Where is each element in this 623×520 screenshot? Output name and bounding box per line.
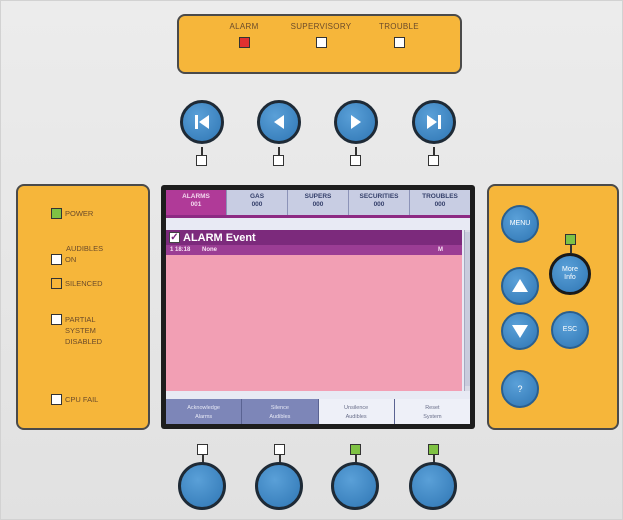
softkey-acknowledge-alarms[interactable]: Acknowledge Alarms [166, 399, 243, 424]
disabled-label: DISABLED [65, 337, 103, 346]
skip-last-icon [427, 115, 441, 129]
silenced-indicator: SILENCED [51, 278, 103, 289]
softkey3-button[interactable] [331, 462, 379, 510]
softkey4-led [428, 444, 439, 455]
trouble-led [393, 37, 405, 48]
tab-troubles[interactable]: TROUBLES 000 [410, 190, 470, 215]
more-info-led [565, 234, 576, 245]
softkey-silence-audibles[interactable]: Silence Audibles [242, 399, 319, 424]
event-list-item[interactable]: 1 18:18 None M [166, 245, 462, 255]
more-info-button[interactable]: More Info [549, 253, 591, 295]
more-info-label-line1: More [562, 266, 578, 273]
tab-gas[interactable]: GAS 000 [227, 190, 288, 215]
up-arrow-icon [512, 279, 528, 292]
fire-alarm-panel: ALARM SUPERVISORY TROUBLE POWER AUDIBLES… [0, 0, 623, 520]
event-header: ✓ ALARM Event [166, 230, 462, 245]
first-event-led [196, 155, 207, 166]
tab-alarms[interactable]: ALARMS 001 [166, 190, 227, 215]
silenced-label: SILENCED [65, 279, 103, 288]
event-detail-area [166, 255, 462, 391]
tab-supers[interactable]: SUPERS 000 [288, 190, 349, 215]
previous-event-button[interactable] [257, 100, 301, 144]
supervisory-label: SUPERVISORY [290, 22, 352, 31]
tab-underline [166, 215, 470, 218]
softkey2-button[interactable] [255, 462, 303, 510]
display-bezel: ALARMS 001 GAS 000 SUPERS 000 SECURITIES… [161, 185, 475, 429]
skip-first-icon [195, 115, 209, 129]
audibles-label-line1: AUDIBLES [66, 244, 104, 253]
partial-system-disabled-indicator: PARTIAL SYSTEM DISABLED [51, 314, 102, 347]
partial-label: PARTIAL [65, 315, 96, 324]
event-category-tabs: ALARMS 001 GAS 000 SUPERS 000 SECURITIES… [166, 190, 470, 215]
alarm-led [238, 37, 250, 48]
down-arrow-icon [512, 325, 528, 338]
next-icon [351, 115, 361, 129]
event-number: M [438, 247, 443, 253]
audibles-on-indicator: ON [51, 254, 76, 265]
trouble-label: TROUBLE [379, 22, 419, 31]
softkey-reset-system[interactable]: Reset System [394, 399, 470, 424]
softkey-bar: Acknowledge Alarms Silence Audibles Unsi… [166, 399, 470, 424]
softkey-unsilence-audibles[interactable]: Unsilence Audibles [318, 399, 395, 424]
audibles-on-led [51, 254, 62, 265]
previous-event-led [273, 155, 284, 166]
event-name: None [202, 247, 217, 253]
system-label: SYSTEM [65, 326, 96, 335]
esc-button[interactable]: ESC [551, 311, 589, 349]
status-indicator-box: ALARM SUPERVISORY TROUBLE [177, 14, 462, 74]
down-arrow-button[interactable] [501, 312, 539, 350]
event-scrollbar[interactable] [464, 230, 470, 391]
up-arrow-button[interactable] [501, 267, 539, 305]
menu-button[interactable]: MENU [501, 205, 539, 243]
audibles-on-label: ON [65, 255, 77, 264]
next-event-button[interactable] [334, 100, 378, 144]
event-time: 1 18:18 [170, 247, 191, 253]
first-event-button[interactable] [180, 100, 224, 144]
power-led [51, 208, 62, 219]
softkey1-led [197, 444, 208, 455]
supervisory-indicator: SUPERVISORY [276, 22, 366, 53]
next-event-led [350, 155, 361, 166]
last-event-button[interactable] [412, 100, 456, 144]
cpu-fail-label: CPU FAIL [65, 395, 99, 404]
softkey1-button[interactable] [178, 462, 226, 510]
supervisory-led [315, 37, 327, 48]
more-info-label-line2: Info [564, 274, 576, 281]
softkey3-led [350, 444, 361, 455]
power-indicator: POWER [51, 208, 93, 219]
power-label: POWER [65, 209, 94, 218]
softkey4-button[interactable] [409, 462, 457, 510]
last-event-led [428, 155, 439, 166]
cpu-fail-led [51, 394, 62, 405]
control-button-box: MENU More Info ESC ? [487, 184, 619, 430]
event-title: ALARM Event [183, 231, 256, 244]
tab-securities[interactable]: SECURITIES 000 [349, 190, 410, 215]
cpu-fail-indicator: CPU FAIL [51, 394, 98, 405]
previous-icon [274, 115, 284, 129]
trouble-indicator: TROUBLE [354, 22, 444, 53]
checkmark-icon: ✓ [169, 232, 180, 243]
lcd-display: ALARMS 001 GAS 000 SUPERS 000 SECURITIES… [166, 190, 470, 424]
silenced-led [51, 278, 62, 289]
scrollbar-thumb[interactable] [465, 232, 470, 386]
softkey2-led [274, 444, 285, 455]
system-indicator-box: POWER AUDIBLES ON SILENCED PARTIAL SYSTE… [16, 184, 150, 430]
help-button[interactable]: ? [501, 370, 539, 408]
partial-system-disabled-led [51, 314, 62, 325]
